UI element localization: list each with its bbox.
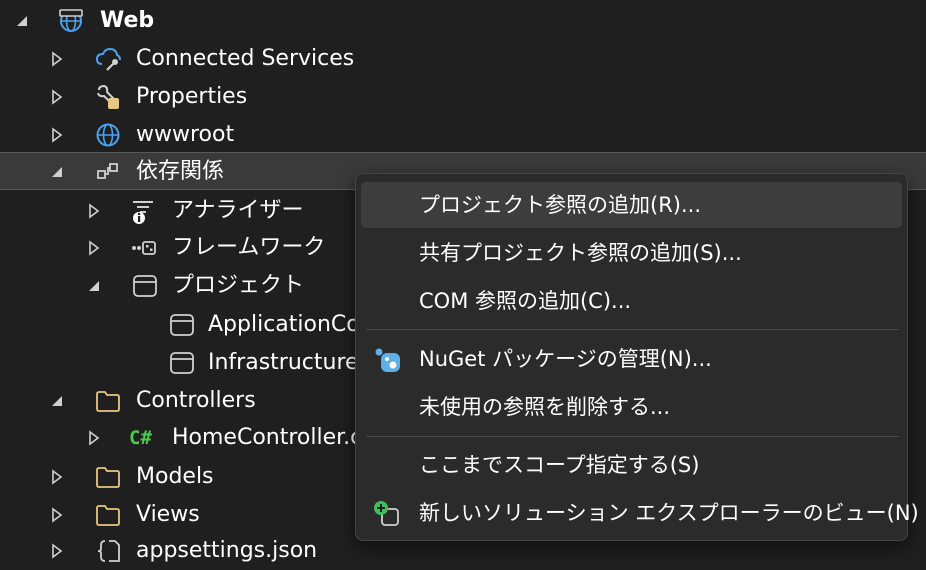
json-file-icon bbox=[97, 540, 120, 562]
expand-arrow-icon[interactable] bbox=[86, 430, 102, 446]
expand-arrow-icon[interactable] bbox=[49, 543, 65, 559]
project-box-icon bbox=[170, 352, 194, 374]
dependencies-icon bbox=[97, 163, 118, 179]
project-box-icon bbox=[133, 275, 157, 297]
tree-item-label: wwwroot bbox=[136, 122, 235, 147]
expand-arrow-icon[interactable] bbox=[49, 89, 65, 105]
folder-icon bbox=[96, 467, 120, 488]
menu-item-add-shared-project-reference[interactable]: 共有プロジェクト参照の追加(S)... bbox=[361, 230, 902, 276]
menu-separator bbox=[366, 436, 899, 437]
tree-item-wwwroot[interactable]: wwwroot bbox=[0, 116, 926, 154]
csharp-file-icon: C# bbox=[129, 427, 152, 449]
project-box-icon bbox=[170, 314, 194, 336]
tree-item-web[interactable]: Web bbox=[0, 2, 926, 40]
framework-icon bbox=[132, 241, 156, 255]
nuget-icon bbox=[375, 348, 400, 372]
menu-item-add-project-reference[interactable]: プロジェクト参照の追加(R)... bbox=[361, 182, 902, 228]
collapse-arrow-icon[interactable] bbox=[49, 164, 65, 180]
expand-arrow-icon[interactable] bbox=[49, 469, 65, 485]
tree-item-label: プロジェクト bbox=[172, 273, 305, 298]
expand-arrow-icon[interactable] bbox=[86, 203, 102, 219]
analyzer-icon bbox=[133, 201, 153, 224]
tree-item-properties[interactable]: Properties bbox=[0, 78, 926, 116]
web-project-icon bbox=[59, 9, 83, 32]
menu-item-label: 新しいソリューション エクスプローラーのビュー(N) bbox=[419, 501, 919, 525]
tree-item-label: 依存関係 bbox=[136, 159, 225, 184]
tree-item-label: Models bbox=[136, 464, 214, 489]
context-menu: プロジェクト参照の追加(R)... 共有プロジェクト参照の追加(S)... CO… bbox=[355, 173, 919, 541]
tree-item-label: ApplicationCo bbox=[208, 312, 360, 337]
globe-icon bbox=[96, 123, 120, 147]
connected-services-icon bbox=[95, 47, 121, 71]
tree-item-label: appsettings.json bbox=[136, 538, 318, 563]
menu-item-scope-to-this[interactable]: ここまでスコープ指定する(S) bbox=[361, 442, 902, 488]
new-view-icon bbox=[374, 501, 399, 526]
tree-item-label: Properties bbox=[136, 84, 248, 109]
menu-separator bbox=[366, 329, 899, 330]
menu-item-label: NuGet パッケージの管理(N)... bbox=[419, 347, 712, 371]
expand-arrow-icon[interactable] bbox=[86, 240, 102, 256]
tree-item-label: Web bbox=[100, 8, 155, 33]
menu-item-remove-unused-references[interactable]: 未使用の参照を削除する... bbox=[361, 384, 902, 430]
collapse-arrow-icon[interactable] bbox=[86, 278, 102, 294]
tree-item-connected-services[interactable]: Connected Services bbox=[0, 40, 926, 78]
expand-arrow-icon[interactable] bbox=[49, 507, 65, 523]
properties-wrench-icon bbox=[97, 84, 119, 109]
tree-item-label: Views bbox=[136, 502, 200, 527]
tree-item-label: Controllers bbox=[136, 388, 256, 413]
tree-item-label: Connected Services bbox=[136, 46, 355, 71]
menu-item-label: ここまでスコープ指定する(S) bbox=[419, 453, 700, 477]
tree-item-label: HomeController.c bbox=[172, 425, 363, 450]
tree-item-label: フレームワーク bbox=[172, 235, 326, 260]
menu-item-new-solution-explorer-view[interactable]: 新しいソリューション エクスプローラーのビュー(N) bbox=[361, 490, 919, 536]
tree-item-label: Infrastructure bbox=[208, 350, 359, 375]
menu-item-add-com-reference[interactable]: COM 参照の追加(C)... bbox=[361, 278, 902, 324]
expand-arrow-icon[interactable] bbox=[49, 51, 65, 67]
collapse-arrow-icon[interactable] bbox=[14, 13, 30, 29]
menu-item-label: プロジェクト参照の追加(R)... bbox=[419, 193, 702, 217]
folder-icon bbox=[96, 505, 120, 526]
expand-arrow-icon[interactable] bbox=[49, 127, 65, 143]
menu-item-label: 共有プロジェクト参照の追加(S)... bbox=[419, 241, 742, 265]
collapse-arrow-icon[interactable] bbox=[49, 393, 65, 409]
menu-item-label: COM 参照の追加(C)... bbox=[419, 289, 632, 313]
folder-icon bbox=[96, 391, 120, 412]
menu-item-manage-nuget-packages[interactable]: NuGet パッケージの管理(N)... bbox=[361, 336, 902, 382]
tree-item-label: アナライザー bbox=[172, 198, 304, 223]
menu-item-label: 未使用の参照を削除する... bbox=[419, 395, 671, 419]
